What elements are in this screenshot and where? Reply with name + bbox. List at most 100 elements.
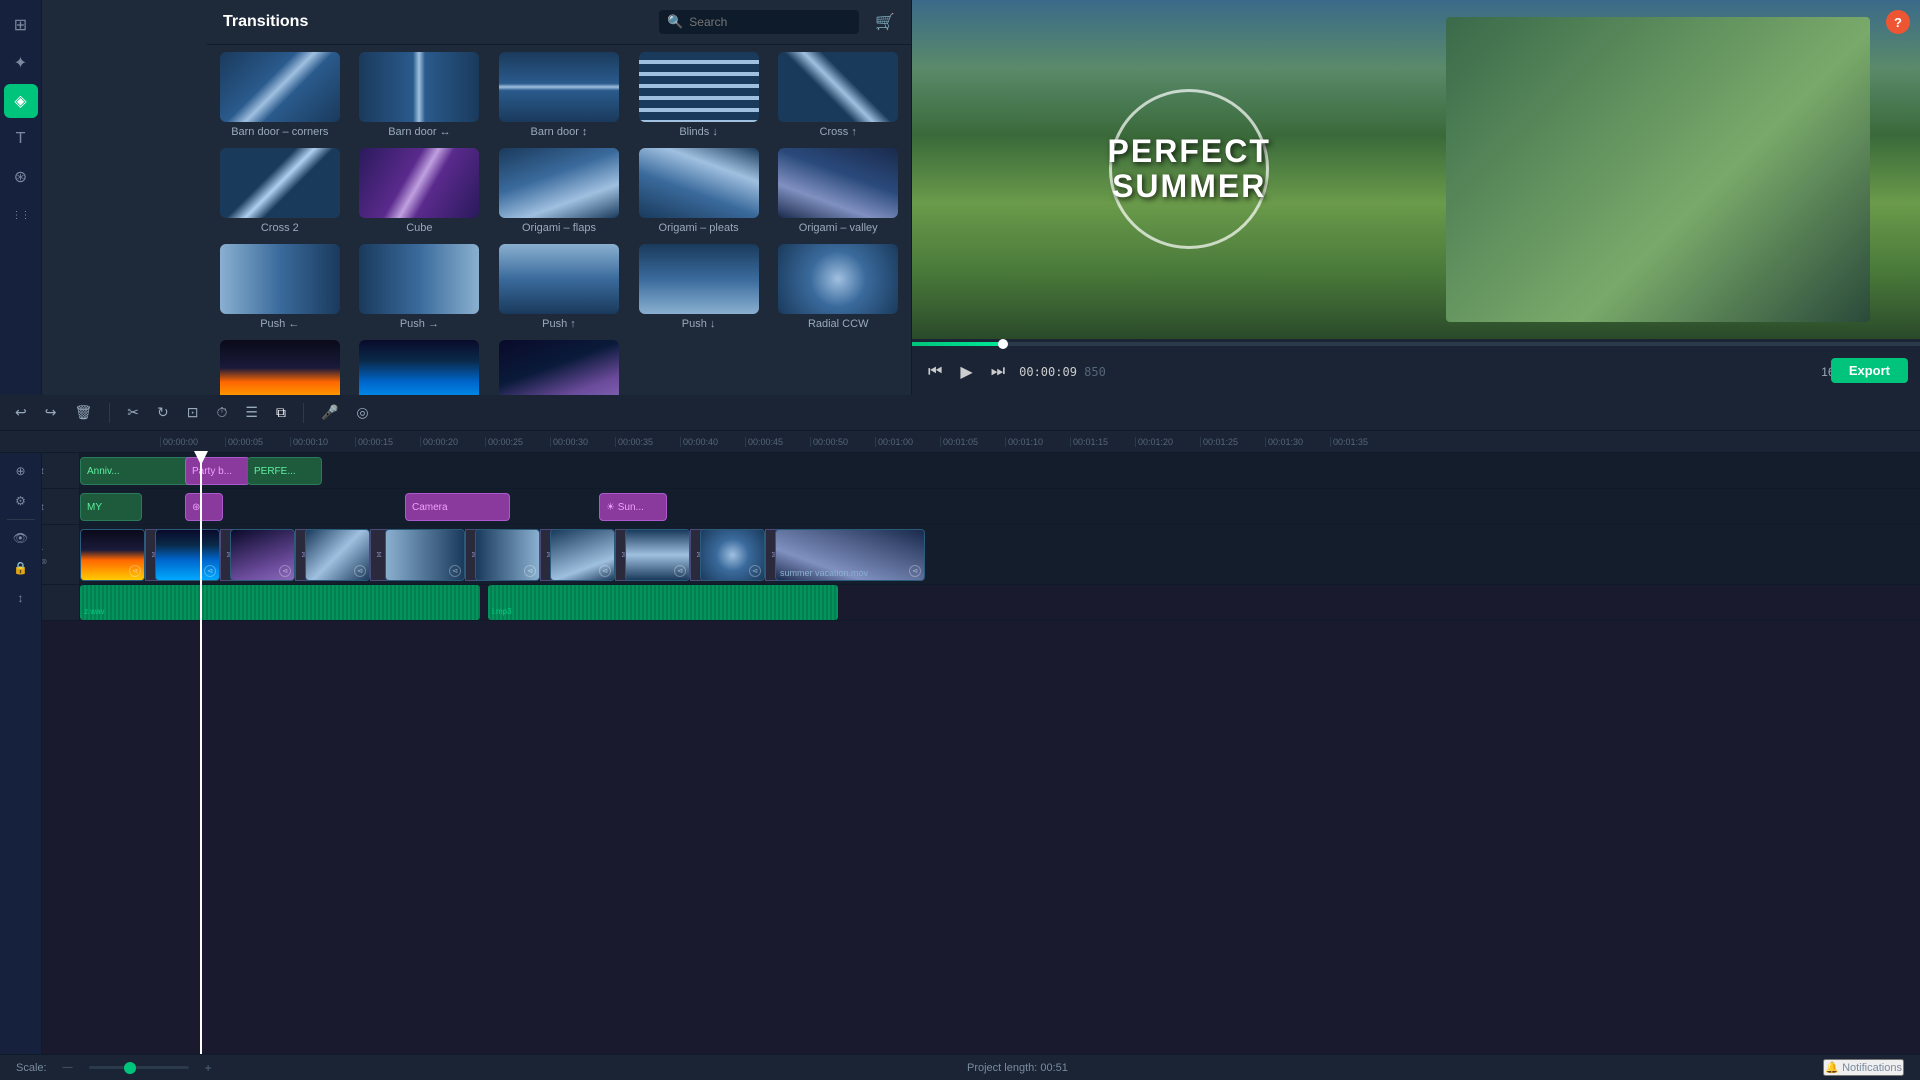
progress-bar-track[interactable]	[912, 342, 1920, 346]
video-clip-9[interactable]: summer vacation.mov ⊲	[775, 529, 925, 581]
audio-clip-1[interactable]: z.wav	[80, 585, 480, 620]
transition-thumb-push-l	[220, 244, 340, 314]
overlay-clip-my[interactable]: MY	[80, 493, 142, 521]
export-button[interactable]: Export	[1831, 358, 1908, 383]
sticker-clip-party[interactable]: Party b...	[185, 457, 250, 485]
clip-handle-7[interactable]: ⊲	[674, 565, 686, 577]
crop-button[interactable]: ⊡	[182, 401, 204, 424]
transition-card-push-d[interactable]: Push ↓	[634, 244, 764, 330]
transition-card-city1[interactable]: Roll ←	[215, 340, 345, 395]
transition-card-city3[interactable]: Rotate	[494, 340, 624, 395]
scale-slider[interactable]	[89, 1066, 189, 1069]
rewind-button[interactable]: ⏮	[924, 361, 946, 383]
scale-plus-icon: +	[205, 1061, 212, 1075]
arrow-button[interactable]: ↕	[7, 584, 35, 612]
search-input[interactable]	[689, 15, 839, 29]
mic-button[interactable]: 🎤	[316, 401, 343, 424]
transition-card-barn-corners[interactable]: Barn door – corners	[215, 52, 345, 138]
loop-button[interactable]: ↻	[152, 401, 174, 424]
transition-card-barn-h[interactable]: Barn door ↔	[355, 52, 485, 138]
clip-handle-2[interactable]: ⊲	[279, 565, 291, 577]
audio-track-content[interactable]: z.wav i.mp3	[80, 585, 1920, 620]
clip-handle-8[interactable]: ⊲	[749, 565, 761, 577]
sidebar-icon-apps[interactable]: ⋮⋮	[4, 198, 38, 232]
overlay-clip-sun[interactable]: ☀ Sun...	[599, 493, 667, 521]
clip-handle-0[interactable]: ⊲	[129, 565, 141, 577]
clip-handle-9[interactable]: ⊲	[909, 565, 921, 577]
fast-forward-button[interactable]: ⏭	[987, 361, 1009, 383]
search-bar[interactable]: 🔍	[659, 10, 859, 34]
ruler-mark: 00:00:25	[485, 437, 550, 447]
video-track-content[interactable]: ⊲ ⧖ ⊲ ⧖ ⊲ ⧖ ⊲ ⧖ ⊲ ⧖ ⊲ ⧖ ⊲ ⧖ ⊲ ⧖ ⊲ ⧖ summ…	[80, 525, 1920, 584]
overlay-track-content[interactable]: MY ⊛ Camera ☀ Sun...	[80, 489, 1920, 524]
video-clip-8[interactable]: ⊲	[700, 529, 765, 581]
clip-handle-5[interactable]: ⊲	[524, 565, 536, 577]
video-clip-2[interactable]: ⊲	[230, 529, 295, 581]
clip-handle-6[interactable]: ⊲	[599, 565, 611, 577]
ruler-mark: 00:01:00	[875, 437, 940, 447]
cart-icon[interactable]: 🛒	[875, 12, 895, 32]
overlay-clip-sticker[interactable]: ⊛	[185, 493, 223, 521]
ruler-mark: 00:00:10	[290, 437, 355, 447]
clip-handle-3[interactable]: ⊲	[354, 565, 366, 577]
video-clip-4[interactable]: ⊲	[385, 529, 465, 581]
clip-handle-4[interactable]: ⊲	[449, 565, 461, 577]
sidebar-icon-effects[interactable]: ◈	[4, 84, 38, 118]
eye-button[interactable]: 👁	[7, 524, 35, 552]
adjust-button[interactable]: ⧉	[271, 401, 291, 424]
video-clip-6[interactable]: ⊲	[550, 529, 615, 581]
sidebar-icon-globe[interactable]: ⊛	[4, 160, 38, 194]
transition-label-push-d: Push ↓	[682, 318, 716, 330]
settings-button[interactable]: ⚙	[7, 487, 35, 515]
transition-label-barn-v: Barn door ↕	[531, 126, 588, 138]
help-button[interactable]: ?	[1886, 10, 1910, 34]
transition-thumb-barn-v	[499, 52, 619, 122]
video-clip-3[interactable]: ⊲	[305, 529, 370, 581]
clip-handle-1[interactable]: ⊲	[204, 565, 216, 577]
audio-clip-2[interactable]: i.mp3	[488, 585, 838, 620]
location-button[interactable]: ◎	[351, 401, 373, 424]
timer-button[interactable]: ⏱	[211, 401, 232, 424]
video-clip-0[interactable]: ⊲	[80, 529, 145, 581]
transition-card-origami-f[interactable]: Origami – flaps	[494, 148, 624, 234]
transition-card-city2[interactable]: Roll →	[355, 340, 485, 395]
progress-bar-container[interactable]	[912, 339, 1920, 349]
redo-button[interactable]: ↪	[40, 401, 62, 424]
transition-card-barn-v[interactable]: Barn door ↕	[494, 52, 624, 138]
transition-card-cross2[interactable]: Cross 2	[215, 148, 345, 234]
bottom-bar: Scale: — + Project length: 00:51 🔔 Notif…	[0, 1054, 1920, 1080]
video-clip-1[interactable]: ⊲	[155, 529, 220, 581]
undo-button[interactable]: ↩	[10, 401, 32, 424]
transition-card-origami-v[interactable]: Origami – valley	[773, 148, 903, 234]
video-clip-7[interactable]: ⊲	[625, 529, 690, 581]
sidebar-icon-star[interactable]: ✦	[4, 46, 38, 80]
notifications-button[interactable]: 🔔 Notifications	[1823, 1059, 1904, 1076]
transition-label-cross: Cross ↑	[820, 126, 857, 138]
transition-label-push-u: Push ↑	[542, 318, 576, 330]
delete-button[interactable]: 🗑	[69, 401, 97, 424]
text-clip-perfe[interactable]: PERFE...	[247, 457, 322, 485]
cut-button[interactable]: ✂	[122, 401, 144, 424]
transition-thumb-radial-ccw	[778, 244, 898, 314]
transition-card-push-u[interactable]: Push ↑	[494, 244, 624, 330]
layout-button[interactable]: ☰	[240, 401, 263, 424]
transition-card-push-r[interactable]: Push →	[355, 244, 485, 330]
transition-card-push-l[interactable]: Push ←	[215, 244, 345, 330]
audio-label-1: z.wav	[84, 607, 104, 616]
overlay-clip-camera[interactable]: Camera	[405, 493, 510, 521]
transition-card-blinds[interactable]: Blinds ↓	[634, 52, 764, 138]
transition-thumb-city2	[359, 340, 479, 395]
transition-card-cross[interactable]: Cross ↑	[773, 52, 903, 138]
transition-card-origami-p[interactable]: Origami – pleats	[634, 148, 764, 234]
video-clip-5[interactable]: ⊲	[475, 529, 540, 581]
lock-button[interactable]: 🔒	[7, 554, 35, 582]
play-button[interactable]: ▶	[956, 360, 976, 384]
add-track-button[interactable]: ⊕	[7, 457, 35, 485]
text-track-1-content[interactable]: Anniv... Party b... PERFE...	[80, 453, 1920, 488]
transition-card-cube[interactable]: Cube	[355, 148, 485, 234]
sidebar-icon-text[interactable]: T	[4, 122, 38, 156]
sidebar-icon-grid[interactable]: ⊞	[4, 8, 38, 42]
project-length-label: Project length: 00:51	[967, 1062, 1068, 1074]
transition-card-radial-ccw[interactable]: Radial CCW	[773, 244, 903, 330]
transition-label-origami-p: Origami – pleats	[659, 222, 739, 234]
